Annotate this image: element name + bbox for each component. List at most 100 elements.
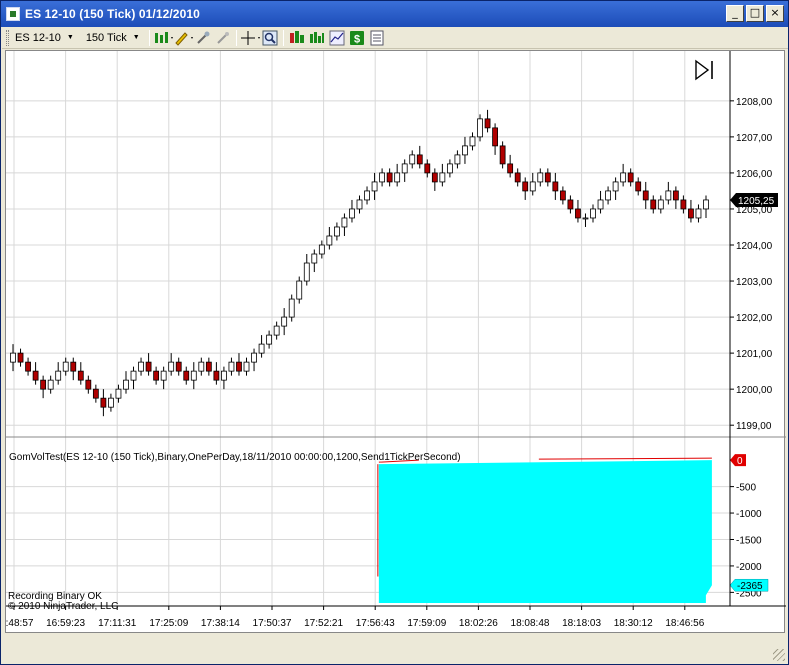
period-selector[interactable]: 150 Tick ▼ [80, 29, 146, 47]
candle-up [529, 181, 536, 192]
candle-down [559, 190, 566, 201]
bar-type-icon[interactable] [153, 29, 173, 47]
candle-down [236, 361, 242, 372]
candle-up [364, 190, 370, 201]
candle-down [650, 199, 657, 210]
candle-down [77, 370, 84, 381]
x-tick-label: 16:59:23 [46, 618, 85, 629]
toolbar-separator [235, 29, 237, 46]
price-tick-label: 1206,00 [736, 169, 773, 180]
candle-up [168, 361, 175, 372]
candle-up [477, 118, 483, 138]
price-tick-label: 1207,00 [736, 133, 773, 144]
x-tick-label: 18:30:12 [614, 618, 653, 629]
scroll-to-end-icon[interactable] [695, 59, 713, 81]
candle-up [612, 181, 619, 192]
resize-grip[interactable] [773, 649, 785, 661]
candle-up [469, 136, 476, 147]
chart-properties-icon[interactable] [287, 29, 307, 47]
period-label: 150 Tick [85, 31, 127, 44]
maximize-button[interactable]: □ [746, 5, 764, 22]
candle-up [590, 208, 596, 219]
candle-up [47, 379, 54, 390]
candle-up [665, 190, 672, 201]
candle-up [341, 217, 348, 228]
candle-down [672, 190, 679, 201]
candle-down [642, 190, 649, 201]
candle-down [635, 181, 642, 192]
candle-down [153, 370, 160, 381]
price-tick-label: 1201,00 [736, 349, 773, 360]
title-bar[interactable]: ES 12-10 (150 Tick) 01/12/2010 _ □ × [1, 1, 788, 27]
candle-up [356, 199, 363, 210]
magic-wand-icon[interactable] [193, 29, 213, 47]
candle-up [311, 253, 318, 264]
price-tick-label: 1202,00 [736, 313, 773, 324]
chart-area[interactable]: 1208,00 1207,00 1206,00 1205,00 1204,00 1203,… [0, 50, 786, 634]
candle-up [123, 379, 129, 390]
candle-up [108, 397, 114, 408]
candle-down [567, 199, 574, 210]
candle-up [695, 208, 702, 219]
candle-up [537, 172, 544, 183]
indicator-tick-label: -1500 [736, 535, 762, 546]
candle-down [145, 361, 152, 372]
indicator-tick-label: -2000 [736, 562, 762, 573]
price-tick-label: 1199,00 [736, 421, 772, 432]
candle-up [303, 262, 310, 282]
x-tick-label: 16:48:57 [6, 618, 34, 629]
instrument-selector[interactable]: ES 12-10 ▼ [9, 29, 80, 47]
x-tick-label: 18:02:26 [459, 618, 498, 629]
window-title: ES 12-10 (150 Tick) 01/12/2010 [25, 7, 200, 21]
candle-down [484, 118, 491, 129]
zero-label: 0 [737, 456, 743, 467]
data-box-icon[interactable] [327, 29, 347, 47]
candle-down [492, 127, 498, 147]
candle-down [416, 154, 423, 165]
candle-down [680, 199, 687, 210]
candle-up [379, 172, 385, 183]
x-tick-label: 17:50:37 [253, 618, 292, 629]
status-bar [1, 636, 788, 664]
bars-icon[interactable] [307, 29, 327, 47]
candle-down [100, 397, 107, 408]
candle-up [703, 199, 709, 210]
candle-up [243, 361, 250, 372]
candle-down [499, 145, 506, 165]
crosshair-icon[interactable] [240, 29, 260, 47]
candle-up [349, 208, 355, 219]
close-button[interactable]: × [766, 5, 784, 22]
candle-up [439, 172, 446, 183]
candle-down [431, 172, 438, 183]
minimize-button[interactable]: _ [726, 5, 744, 22]
candle-up [605, 190, 611, 201]
candle-up [62, 361, 69, 372]
candle-down [32, 370, 39, 381]
candle-down [424, 163, 431, 174]
ninjatrader-app-icon[interactable] [6, 7, 20, 21]
chart-canvas[interactable]: 1208,001207,001206,001205,001204,001203,… [0, 51, 786, 634]
last-price-label: 1205,25 [738, 196, 775, 207]
candle-down [552, 181, 559, 192]
candle-up [462, 145, 468, 156]
strategy-icon[interactable] [367, 29, 387, 47]
candle-up [620, 172, 627, 183]
price-tick-label: 1204,00 [736, 241, 773, 252]
candle-up [394, 172, 401, 183]
drawing-pencil-icon[interactable] [173, 29, 193, 47]
candle-down [25, 361, 31, 372]
candle-up [334, 226, 340, 237]
dollar-icon[interactable]: $ [347, 29, 367, 47]
zoom-icon[interactable] [260, 29, 280, 47]
current-value-label: -2365 [737, 581, 763, 592]
candle-down [205, 361, 212, 372]
x-tick-label: 18:18:03 [562, 618, 601, 629]
instrument-label: ES 12-10 [15, 31, 61, 44]
candle-up [326, 235, 333, 246]
candle-down [40, 379, 47, 390]
x-tick-label: 18:08:48 [511, 618, 550, 629]
x-tick-label: 17:38:14 [201, 618, 240, 629]
candle-up [190, 370, 197, 381]
candle-up [251, 352, 257, 363]
draw-object-icon[interactable] [213, 29, 233, 47]
